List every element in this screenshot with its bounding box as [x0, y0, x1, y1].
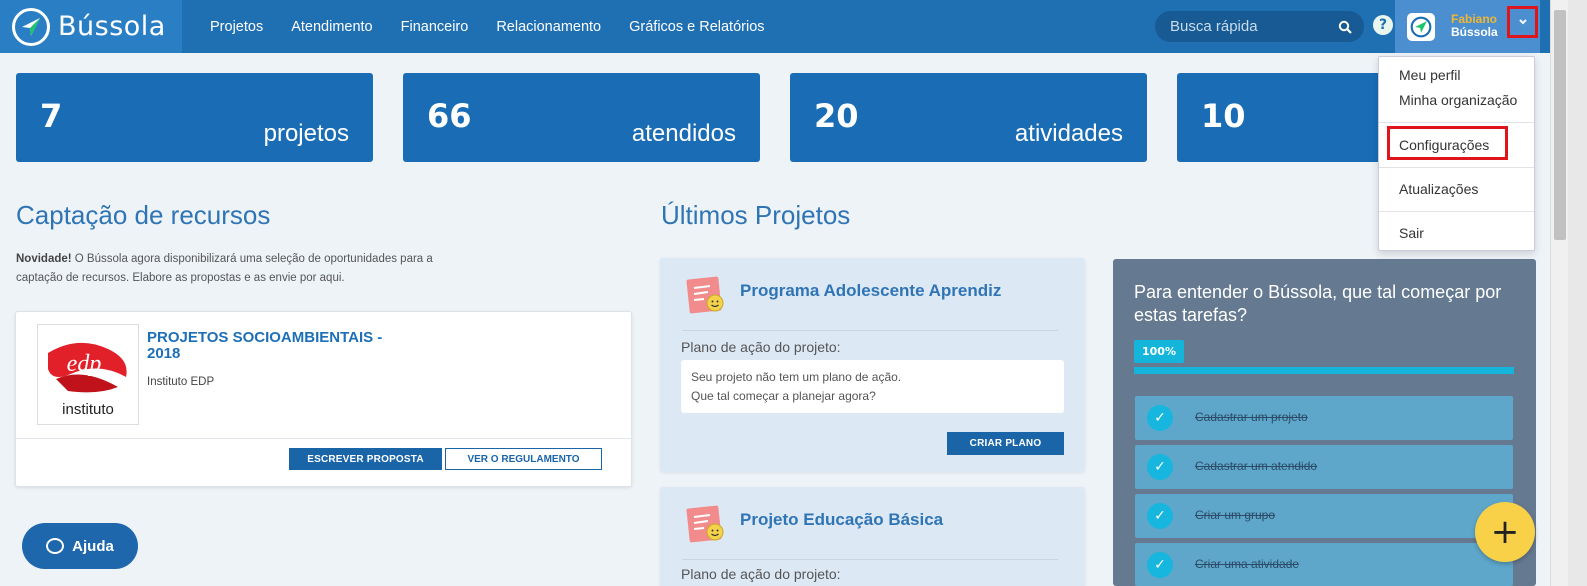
scrollbar-thumb[interactable]	[1554, 10, 1566, 240]
chevron-down-icon	[1518, 15, 1528, 29]
menu-divider	[1379, 122, 1534, 123]
brand-logo[interactable]: Bússola	[0, 0, 182, 53]
window-edge	[1568, 0, 1587, 586]
opportunity-org: Instituto EDP	[147, 376, 215, 388]
search-input[interactable]	[1170, 18, 1330, 35]
project-title[interactable]: Projeto Educação Básica	[740, 510, 943, 530]
stat-card-projetos[interactable]: 7 projetos	[16, 73, 373, 162]
opportunity-card: edp instituto PROJETOS SOCIOAMBIENTAIS -…	[15, 311, 632, 487]
stat-value: 10	[1201, 97, 1246, 135]
project-card: Projeto Educação Básica Plano de ação do…	[660, 487, 1085, 586]
task-label: Criar uma atividade	[1195, 557, 1300, 571]
check-icon: ✓	[1147, 503, 1173, 529]
onboarding-task[interactable]: ✓ Criar uma atividade	[1135, 543, 1513, 586]
write-proposal-button[interactable]: ESCREVER PROPOSTA	[289, 448, 442, 470]
create-plan-button[interactable]: CRIAR PLANO	[947, 432, 1064, 455]
nav-projetos[interactable]: Projetos	[210, 19, 263, 35]
divider	[682, 330, 1058, 331]
check-icon: ✓	[1147, 552, 1173, 578]
captacao-heading: Captação de recursos	[16, 200, 271, 230]
user-menu-toggle[interactable]	[1507, 6, 1538, 38]
plan-label: Plano de ação do projeto:	[681, 566, 841, 582]
project-title[interactable]: Programa Adolescente Aprendiz	[740, 281, 1001, 301]
help-icon[interactable]: ?	[1373, 15, 1393, 35]
stat-value: 66	[427, 97, 472, 135]
user-org-name: Bússola	[1451, 25, 1498, 39]
edp-logo-word: edp	[67, 351, 102, 377]
add-fab-button[interactable]: +	[1475, 502, 1535, 562]
onboarding-task[interactable]: ✓ Criar um grupo	[1135, 494, 1513, 538]
task-label: Criar um grupo	[1195, 508, 1276, 522]
menu-divider	[1379, 167, 1534, 168]
view-rules-button[interactable]: VER O REGULAMENTO	[445, 448, 602, 470]
stat-label: projetos	[263, 120, 349, 147]
plan-label: Plano de ação do projeto:	[681, 339, 841, 355]
plan-empty-line-2: Que tal começar a planejar agora?	[691, 389, 876, 403]
stat-label: atividades	[1014, 120, 1123, 147]
task-label: Cadastrar um projeto	[1195, 410, 1308, 424]
menu-divider	[1379, 211, 1534, 212]
menu-item-sair[interactable]: Sair	[1399, 225, 1424, 241]
projects-heading: Últimos Projetos	[661, 200, 851, 230]
nav-atendimento[interactable]: Atendimento	[291, 19, 372, 35]
onboarding-progress-badge: 100%	[1134, 340, 1184, 363]
divider	[16, 438, 631, 439]
task-label: Cadastrar um atendido	[1195, 459, 1318, 473]
menu-item-configuracoes[interactable]: Configurações	[1399, 137, 1489, 153]
onboarding-progress-bar	[1134, 367, 1514, 374]
stat-value: 20	[814, 97, 859, 135]
plus-icon: +	[1490, 512, 1520, 552]
opportunity-title[interactable]: PROJETOS SOCIOAMBIENTAIS - 2018	[147, 330, 407, 362]
project-icon	[686, 276, 726, 316]
plan-empty-box: Seu projeto não tem um plano de ação. Qu…	[681, 360, 1064, 413]
nav-relacionamento[interactable]: Relacionamento	[496, 19, 601, 35]
intro-text: O Bússola agora disponibilizará uma sele…	[16, 253, 433, 284]
avatar	[1407, 13, 1435, 41]
onboarding-title: Para entender o Bússola, que tal começar…	[1134, 282, 1502, 325]
compass-icon	[12, 7, 50, 46]
user-name: Fabiano Bússola	[1451, 13, 1498, 39]
chat-bubble-icon	[46, 538, 65, 554]
stat-label: atendidos	[631, 120, 736, 147]
help-chat-button[interactable]: Ajuda	[22, 523, 138, 569]
help-chat-label: Ajuda	[72, 537, 114, 555]
menu-item-minha-organizacao[interactable]: Minha organização	[1399, 92, 1517, 108]
stat-card-atividades[interactable]: 20 atividades	[790, 73, 1147, 162]
stat-card-atendidos[interactable]: 66 atendidos	[403, 73, 760, 162]
project-icon	[686, 505, 726, 545]
intro-bold: Novidade!	[16, 253, 72, 265]
nav-graficos-relatorios[interactable]: Gráficos e Relatórios	[629, 19, 764, 35]
check-icon: ✓	[1147, 454, 1173, 480]
search-box	[1155, 11, 1364, 42]
project-card: Programa Adolescente Aprendiz Plano de a…	[660, 258, 1085, 472]
brand-name: Bússola	[58, 11, 166, 42]
menu-item-atualizacoes[interactable]: Atualizações	[1399, 181, 1478, 197]
check-icon: ✓	[1147, 405, 1173, 431]
menu-item-meu-perfil[interactable]: Meu perfil	[1399, 67, 1460, 83]
page-scrollbar[interactable]	[1550, 0, 1568, 586]
search-icon[interactable]	[1338, 20, 1352, 34]
plan-empty-line-1: Seu projeto não tem um plano de ação.	[691, 370, 902, 384]
onboarding-panel: Para entender o Bússola, que tal começar…	[1113, 259, 1536, 586]
user-dropdown-menu: Meu perfil Minha organização Configuraçõ…	[1378, 56, 1535, 251]
main-nav: Projetos Atendimento Financeiro Relacion…	[196, 0, 779, 53]
captacao-intro: Novidade! O Bússola agora disponibilizar…	[16, 250, 436, 288]
onboarding-task[interactable]: ✓ Cadastrar um atendido	[1135, 445, 1513, 489]
nav-financeiro[interactable]: Financeiro	[401, 19, 469, 35]
edp-logo: edp instituto	[37, 324, 139, 425]
edp-logo-caption: instituto	[62, 401, 114, 418]
top-navbar: Bússola Projetos Atendimento Financeiro …	[0, 0, 1568, 53]
onboarding-task[interactable]: ✓ Cadastrar um projeto	[1135, 396, 1513, 440]
divider	[682, 559, 1058, 560]
stat-value: 7	[40, 97, 63, 135]
